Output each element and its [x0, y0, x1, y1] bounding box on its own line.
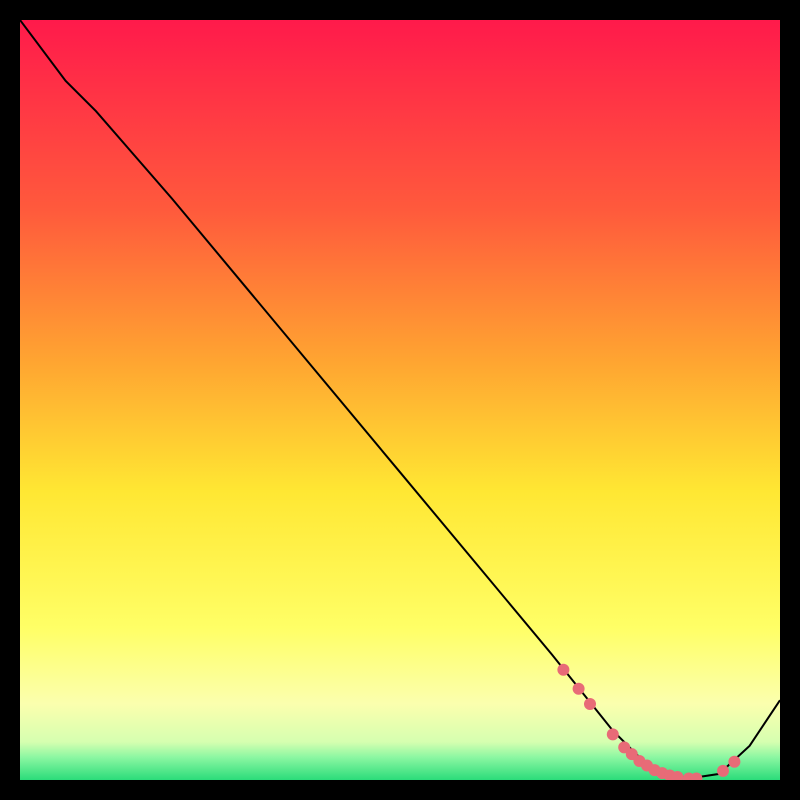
marker-dot	[607, 728, 619, 740]
marker-dot	[728, 756, 740, 768]
marker-dot	[717, 765, 729, 777]
marker-dot	[557, 664, 569, 676]
chart-frame: TheBottleneck.com	[20, 20, 780, 780]
gradient-background	[20, 20, 780, 780]
marker-dot	[584, 698, 596, 710]
bottleneck-chart	[20, 20, 780, 780]
marker-dot	[573, 683, 585, 695]
